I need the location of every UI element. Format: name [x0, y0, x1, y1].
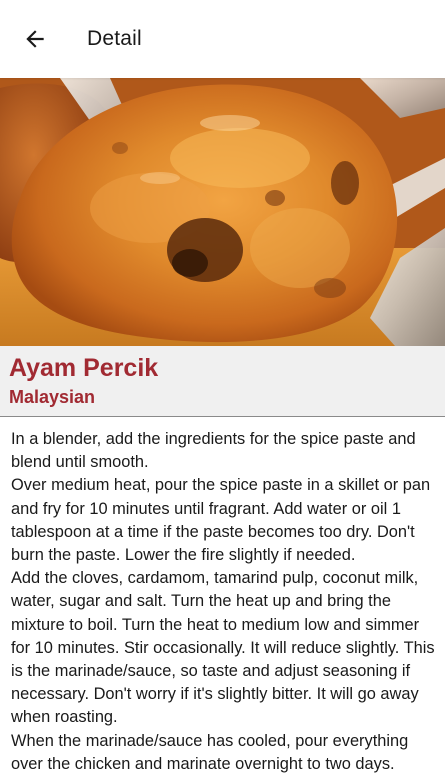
- recipe-detail-screen: Detail Ayam Percik Malaysian In a blende…: [0, 0, 445, 776]
- page-title: Detail: [87, 27, 142, 50]
- arrow-left-icon: [26, 30, 44, 48]
- instructions-panel[interactable]: In a blender, add the ingredients for th…: [0, 417, 445, 776]
- recipe-instructions: In a blender, add the ingredients for th…: [11, 430, 435, 773]
- app-bar: Detail: [0, 0, 445, 78]
- recipe-cuisine: Malaysian: [9, 387, 96, 407]
- back-button[interactable]: [15, 19, 55, 59]
- recipe-name: Ayam Percik: [9, 354, 159, 382]
- recipe-header: Ayam Percik Malaysian: [0, 346, 445, 416]
- recipe-image: [0, 78, 445, 346]
